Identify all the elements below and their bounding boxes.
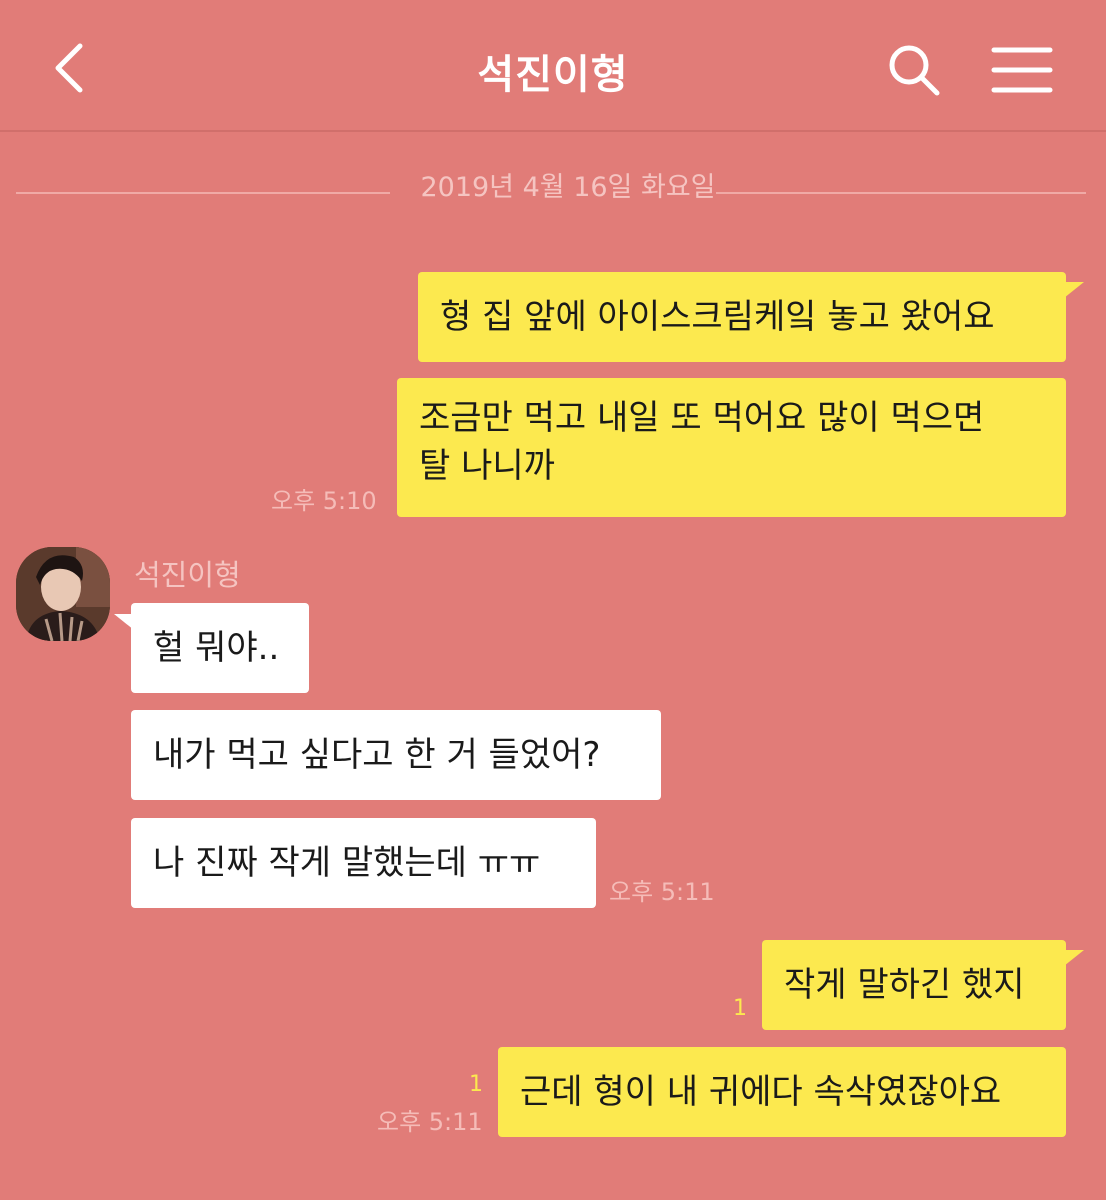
message-timestamp: 오후 5:10 <box>271 487 377 515</box>
avatar[interactable] <box>16 547 110 641</box>
unread-count: 1 <box>469 1072 483 1097</box>
their-message-bubble[interactable]: 나 진짜 작게 말했는데 ㅠㅠ <box>131 818 596 908</box>
date-separator: 2019년 4월 16일 화요일 <box>16 168 1086 208</box>
bubble-tail <box>1064 950 1084 966</box>
message-text: 탈 나니까 <box>419 446 555 486</box>
message-text: 작게 말하긴 했지 <box>784 965 1025 1005</box>
message-text: 나 진짜 작게 말했는데 ㅠㅠ <box>153 843 541 883</box>
my-message-bubble[interactable]: 형 집 앞에 아이스크림케잌 놓고 왔어요 <box>418 272 1066 362</box>
my-message-bubble[interactable]: 조금만 먹고 내일 또 먹어요 많이 먹으면 탈 나니까 <box>397 378 1066 517</box>
unread-count: 1 <box>733 996 747 1021</box>
bubble-tail <box>1064 282 1084 298</box>
chat-header: 석진이형 <box>0 0 1106 132</box>
their-message-bubble[interactable]: 헐 뭐야.. <box>131 603 309 693</box>
message-text: 형 집 앞에 아이스크림케잌 놓고 왔어요 <box>440 297 995 337</box>
divider-line <box>716 192 1086 194</box>
message-timestamp: 오후 5:11 <box>377 1108 483 1136</box>
their-message-bubble[interactable]: 내가 먹고 싶다고 한 거 들었어? <box>131 710 661 800</box>
menu-icon[interactable] <box>990 44 1054 96</box>
my-message-bubble[interactable]: 작게 말하긴 했지 <box>762 940 1066 1030</box>
message-text: 내가 먹고 싶다고 한 거 들었어? <box>153 735 601 775</box>
message-timestamp: 오후 5:11 <box>609 878 715 906</box>
message-text: 조금만 먹고 내일 또 먹어요 많이 먹으면 <box>419 398 985 438</box>
my-message-bubble[interactable]: 근데 형이 내 귀에다 속삭였잖아요 <box>498 1047 1066 1137</box>
search-icon[interactable] <box>884 40 944 100</box>
message-text: 근데 형이 내 귀에다 속삭였잖아요 <box>520 1072 1002 1112</box>
sender-name: 석진이형 <box>134 558 241 592</box>
message-text: 헐 뭐야.. <box>153 628 280 668</box>
divider-line <box>16 192 390 194</box>
date-label: 2019년 4월 16일 화요일 <box>420 172 716 203</box>
